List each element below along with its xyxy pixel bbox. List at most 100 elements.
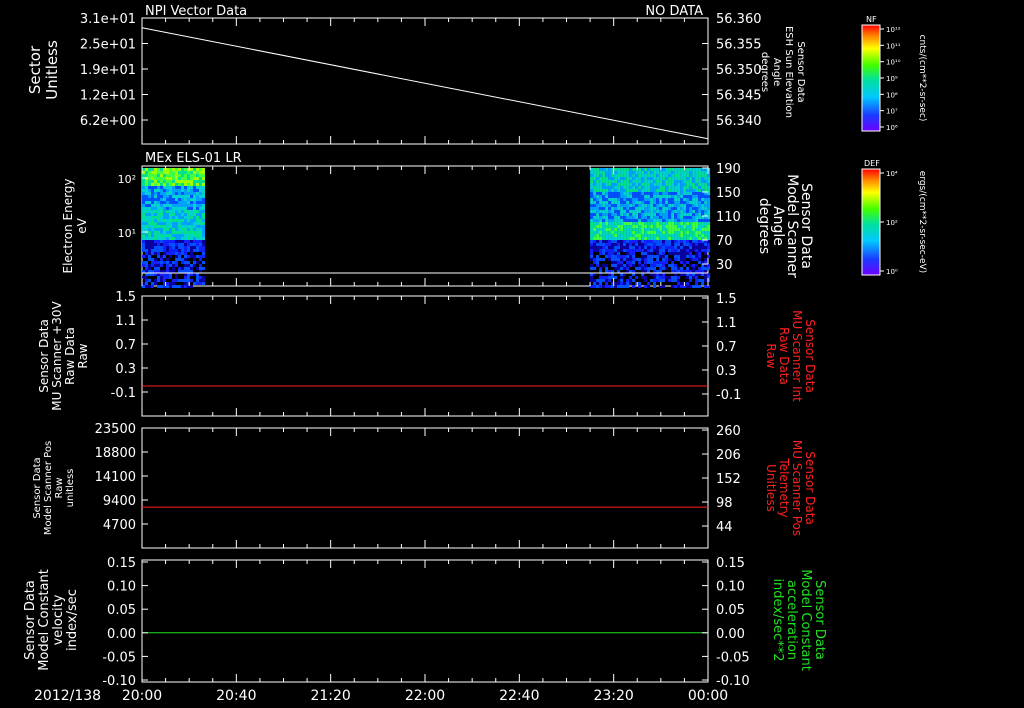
y2-tick-label: 56.345	[716, 89, 762, 104]
y-tick-label: 10²	[118, 173, 136, 186]
y2-axis-label-line2: ESH Sun Elevation	[783, 26, 794, 118]
colorbar-label: NF	[866, 15, 877, 24]
y2-tick-label: -0.05	[716, 650, 750, 665]
y2-axis-label-line4: degrees	[756, 198, 772, 254]
sun-elevation-line	[141, 27, 709, 140]
y2-tick-label: -0.1	[716, 388, 741, 403]
y2-tick-label: 56.355	[716, 38, 762, 53]
y2-tick-label: 70	[716, 234, 733, 249]
y2-tick-label: 0.10	[716, 580, 745, 595]
y2-tick-label: 56.340	[716, 114, 762, 129]
y2-tick-label: 0.15	[716, 556, 745, 571]
y2-axis-label-line3: Telemetry	[777, 457, 791, 517]
y-tick-label: 0.05	[107, 603, 136, 618]
y-axis-label-line2: MU Scanner +30V	[50, 301, 64, 411]
panel-frame	[141, 427, 709, 549]
colorbar-tick-label: 10⁹	[886, 75, 898, 83]
y2-axis-label-line3: Raw Data	[777, 327, 791, 385]
panel-frame	[141, 17, 709, 145]
y2-tick-label: 0.00	[716, 627, 745, 642]
y-tick-label: 0.00	[107, 627, 136, 642]
y-axis-label-line2: eV	[75, 217, 89, 233]
no-data-label: NO DATA	[645, 4, 703, 19]
y2-tick-label: 206	[716, 448, 741, 463]
y-tick-label: 1.5	[115, 290, 136, 305]
y-axis-label-line2: Unitless	[43, 40, 61, 100]
y-tick-label: -0.10	[102, 674, 136, 689]
y-axis-label-line1: Electron Energy	[61, 178, 75, 273]
y-tick-label: 23500	[95, 422, 136, 437]
y2-tick-label: 0.05	[716, 603, 745, 618]
colorbar-unit: ergs/(cm**2-sr-sec-eV)	[917, 171, 927, 273]
y2-tick-label: -0.10	[716, 674, 750, 689]
panel-frame	[141, 559, 709, 683]
colorbar-tick-label: 10¹⁰	[886, 59, 901, 67]
spectrogram-block	[590, 168, 711, 288]
panel-model-constant: 0.15 0.10 0.05 0.00 -0.05 -0.10 0.15 0.10 0.05 0…	[23, 556, 827, 689]
colorbar-tick-label: 10⁸	[886, 91, 898, 99]
panel-sector: NPI Vector Data NO DATA 3.1e+01 2.5e+01 1.…	[26, 4, 806, 145]
y2-tick-label: 260	[716, 424, 741, 439]
panel-electron-spectrogram: MEx ELS-01 LR 10² 10¹ 190 150 110 70 30 Elect…	[61, 151, 814, 288]
panel-scanner-position: 23500 18800 14100 9400 4700 260 206 152 98 44 Se…	[32, 422, 817, 549]
colorbar-unit: cnts/(cm**2-sr-sec)	[917, 35, 927, 122]
y-axis-label-line3: Raw	[54, 477, 65, 498]
y-axis-label-line3: Raw Data	[63, 327, 77, 385]
y-axis-label-line2: Model Scanner Pos	[43, 441, 54, 535]
y-axis-label-line3: velocity	[51, 594, 66, 645]
y-tick-label: 0.7	[115, 338, 136, 353]
y2-tick-label: 1.5	[716, 292, 737, 307]
spectrogram-block	[142, 168, 205, 288]
colorbar-tick-label: 10⁰	[886, 268, 898, 276]
y2-axis-label-line1: Sensor Data	[812, 580, 827, 660]
panel-frame	[141, 295, 709, 417]
x-tick-label: 22:40	[499, 688, 539, 704]
y-tick-label: 0.15	[107, 556, 136, 571]
colorbar-tick-label: 10¹²	[886, 26, 901, 34]
y-axis-label-line4: unitless	[65, 469, 76, 508]
y-tick-label: 2.5e+01	[80, 38, 136, 53]
y-axis-label-line1: Sector	[26, 45, 44, 94]
y2-axis-label-line4: index/sec**2	[770, 578, 785, 661]
panel-title: NPI Vector Data	[145, 4, 247, 19]
y-tick-label: 4700	[103, 518, 136, 533]
colorbar-scale	[861, 24, 881, 132]
colorbar-nf: NF 10¹² 10¹¹ 10¹⁰ 10⁹ 10⁸ 10⁷ 10⁶ cnts/(cm**2-…	[861, 15, 927, 132]
y2-axis-label-line1: Sensor Data	[795, 41, 806, 102]
y-tick-label: -0.05	[102, 650, 136, 665]
x-tick-label: 22:00	[405, 688, 445, 704]
colorbar-scale	[861, 168, 881, 276]
y-tick-label: -0.1	[111, 386, 136, 401]
y-tick-label: 1.9e+01	[80, 63, 136, 78]
y2-axis-label-line2: MU Scanner Pos	[790, 440, 804, 536]
y-tick-label: 18800	[95, 446, 136, 461]
y2-axis-label-line2: Model Constant	[798, 569, 813, 671]
panel-scanner-voltage: 1.5 1.1 0.7 0.3 -0.1 1.5 1.1 0.7 0.3 -0.1 Sensor…	[37, 290, 817, 417]
y2-tick-label: 56.350	[716, 63, 762, 78]
colorbar-def: DEF 10⁴ 10² 10⁰ ergs/(cm**2-sr-sec-eV)	[861, 159, 927, 276]
y2-tick-label: 0.7	[716, 340, 737, 355]
x-tick-label: 00:00	[688, 688, 728, 704]
y2-axis-label-line4: Raw	[764, 343, 778, 368]
y2-tick-label: 44	[716, 520, 733, 535]
x-tick-label: 20:00	[122, 688, 162, 704]
panel-title: MEx ELS-01 LR	[145, 151, 242, 166]
y-tick-label: 0.3	[115, 362, 136, 377]
y-tick-label: 0.10	[107, 580, 136, 595]
colorbar-tick-label: 10²	[886, 219, 898, 227]
y-tick-label: 6.2e+00	[80, 114, 136, 129]
y2-tick-label: 98	[716, 496, 733, 511]
y2-axis-label-line3: acceleration	[784, 580, 799, 660]
y-axis-label-line1: Sensor Data	[23, 580, 38, 660]
y2-tick-label: 190	[716, 162, 741, 177]
y2-tick-label: 150	[716, 186, 741, 201]
y2-tick-label: 56.360	[716, 12, 762, 27]
y2-axis-label-line2: MU Scanner Int	[790, 310, 804, 402]
x-tick-label: 21:20	[310, 688, 350, 704]
x-tick-label: 20:40	[216, 688, 256, 704]
y-tick-label: 1.2e+01	[80, 89, 136, 104]
y2-tick-label: 152	[716, 472, 741, 487]
y2-tick-label: 1.1	[716, 316, 737, 331]
y-tick-label: 3.1e+01	[80, 12, 136, 27]
y-tick-label: 9400	[103, 494, 136, 509]
